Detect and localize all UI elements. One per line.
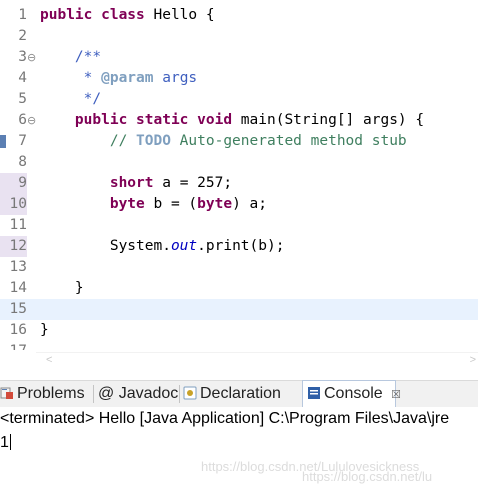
tab-declaration[interactable]: Declaration [183,381,281,407]
code-token: } [40,280,84,296]
code-token: short [40,175,154,191]
code-text: // TODO Auto-generated method stub [40,131,407,152]
code-line[interactable]: 7 // TODO Auto-generated method stub [0,131,478,152]
code-line[interactable]: 17 [0,341,478,350]
tab-divider [93,385,94,403]
problems-icon [0,383,14,399]
code-line[interactable]: 12 System.out.print(b); [0,236,478,257]
line-number: 11 [9,217,27,233]
code-text: short a = 257; [40,173,232,194]
line-number: 1 [18,7,27,23]
code-text: public class Hello { [40,5,215,26]
line-number: 12 [0,236,27,257]
code-token: * [40,70,102,86]
code-text: } [40,278,84,299]
line-number: 9 [0,173,27,194]
line-number: 13 [9,259,27,275]
code-line[interactable]: 16} [0,320,478,341]
code-line[interactable]: 5 */ [0,89,478,110]
code-token: public class [40,7,145,23]
code-line[interactable]: 6 ⊖ public static void main(String[] args… [0,110,478,131]
console-icon [307,383,321,399]
line-number: 5 [18,91,27,107]
code-line[interactable]: 13 [0,257,478,278]
code-token: a = 257; [153,175,233,191]
line-number: 10 [0,194,27,215]
code-line[interactable]: 1 public class Hello { [0,5,478,26]
scroll-left-icon[interactable]: < [46,354,52,366]
horizontal-scrollbar[interactable]: < > [36,352,478,371]
code-token: // [40,133,137,149]
code-text: /** [40,47,101,68]
console-output[interactable]: 1 [0,433,11,453]
line-number: 14 [9,280,27,296]
code-text: System.out.print(b); [40,236,285,257]
bottom-panel-tabs: Problems @ Javadoc Declaration Console ☒ [0,380,478,408]
console-status: <terminated> Hello [Java Application] C:… [0,410,450,427]
tab-divider [179,385,180,403]
code-token: Hello { [144,7,215,23]
console-view[interactable]: <terminated> Hello [Java Application] C:… [0,407,478,484]
code-token: TODO [136,133,171,149]
code-token: main(String[] args) { [232,112,425,128]
line-number: 2 [18,28,27,44]
tab-label: Console [324,385,383,402]
code-token: b = ( [144,196,198,212]
code-text: } [40,320,49,341]
code-token: public static void [40,112,233,128]
line-number: 15 [9,301,27,317]
code-line[interactable]: 2 [0,26,478,47]
code-text: public static void main(String[] args) { [40,110,424,131]
tab-label: @ Javadoc [98,385,179,402]
code-token: System. [40,238,171,254]
tab-problems[interactable]: Problems [0,381,85,407]
line-number: 16 [9,322,27,338]
code-line[interactable]: 8 [0,152,478,173]
task-marker-icon[interactable] [0,135,6,148]
code-token: byte [197,196,233,212]
code-line[interactable]: 15 [0,299,478,320]
code-token: Auto-generated method stub [170,133,407,149]
code-line[interactable]: 3 ⊖ /** [0,47,478,68]
code-token: */ [40,91,102,107]
code-token: byte [40,196,145,212]
close-icon[interactable]: ☒ [391,389,401,401]
code-text: byte b = (byte) a; [40,194,267,215]
code-line[interactable]: 4 * @param args [0,68,478,89]
line-number: 3 [18,49,27,65]
code-token: out [170,238,198,254]
code-line[interactable]: 9 short a = 257; [0,173,478,194]
fold-toggle-icon[interactable]: ⊖ [27,47,36,68]
line-number: 17 [0,341,27,350]
scroll-right-icon[interactable]: > [470,354,476,366]
declaration-icon [183,383,197,400]
watermark: https://blog.csdn.net/lu [302,469,433,484]
code-line[interactable]: 14 } [0,278,478,299]
tab-console[interactable]: Console ☒ [302,380,401,408]
code-line[interactable]: 10 byte b = (byte) a; [0,194,478,215]
tab-label: Problems [17,385,85,402]
code-token: .print(b); [197,238,285,254]
code-token: ) a; [232,196,267,212]
code-token: @param [101,70,154,86]
tab-javadoc[interactable]: @ Javadoc [98,381,178,407]
code-token: /** [40,49,102,65]
code-token: } [40,322,49,338]
line-number: 6 [18,112,27,128]
tab-label: Declaration [200,385,281,402]
text-caret [9,434,11,450]
console-output-text: 1 [0,434,9,451]
fold-toggle-icon[interactable]: ⊖ [27,110,36,131]
code-text: * @param args [40,68,198,89]
code-token: args [153,70,198,86]
code-text: */ [40,89,101,110]
code-editor[interactable]: 1 public class Hello {2 3 ⊖ /** 4 * @param a… [0,0,478,350]
line-number: 8 [18,154,27,170]
code-line[interactable]: 11 [0,215,478,236]
line-number: 4 [18,70,27,86]
